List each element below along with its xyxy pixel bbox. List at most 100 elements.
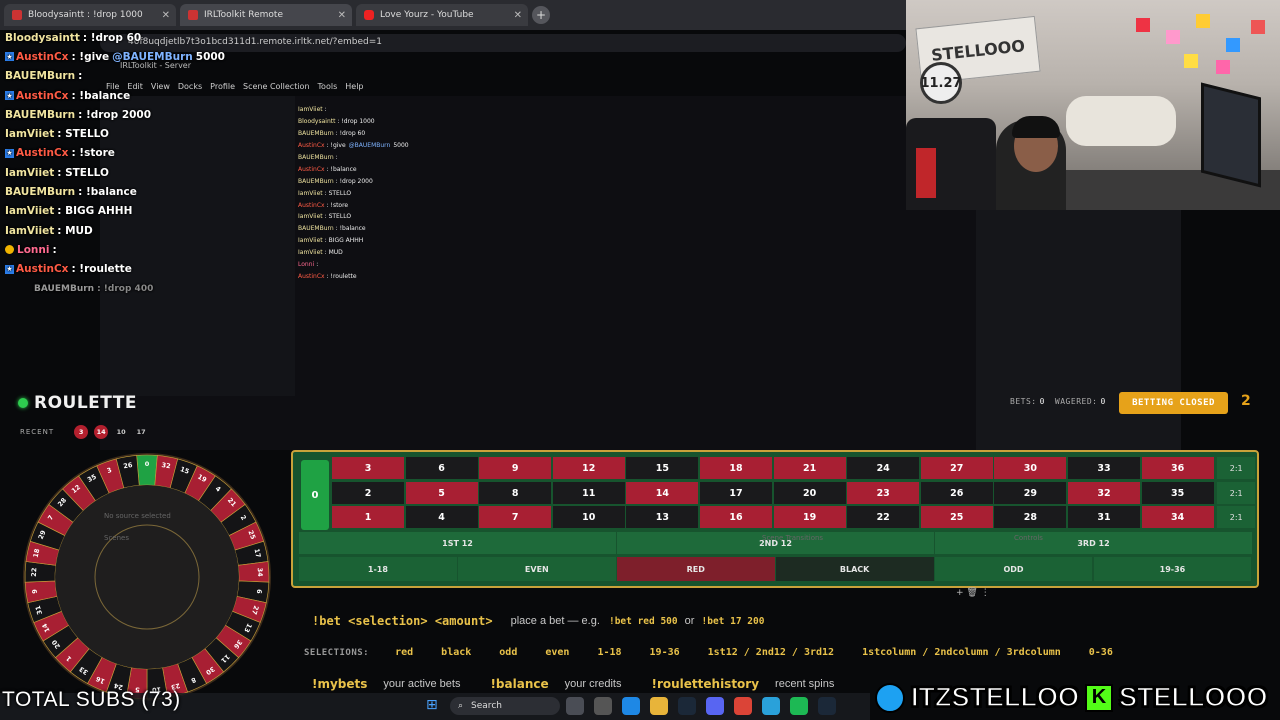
bet-cell-27[interactable]: 27: [920, 457, 993, 479]
bet-cell-8[interactable]: 8: [479, 482, 552, 504]
bet-cell-25[interactable]: 25: [920, 506, 993, 528]
column-bet-2[interactable]: 2:1: [1217, 482, 1256, 504]
bet-cell-9[interactable]: 9: [479, 457, 552, 479]
wheel-number: 32: [161, 461, 171, 470]
screen: File Edit View Docks Profile Scene Collection…: [0, 0, 1280, 720]
close-icon[interactable]: ✕: [514, 10, 522, 21]
bet-cell-17[interactable]: 17: [700, 482, 772, 504]
obs-dock-toolbar[interactable]: + 🗑 ⋮: [956, 588, 990, 598]
bet-cell-21[interactable]: 21: [773, 457, 846, 479]
menu-help[interactable]: Help: [345, 82, 363, 96]
countdown: 2: [1241, 393, 1251, 409]
bet-cell-20[interactable]: 20: [773, 482, 846, 504]
bet-cell-10[interactable]: 10: [552, 506, 625, 528]
spotify-icon[interactable]: [790, 697, 808, 715]
bet-cell-16[interactable]: 16: [700, 506, 772, 528]
bet-cell-4[interactable]: 4: [405, 506, 478, 528]
bet-cell-34[interactable]: 34: [1141, 506, 1214, 528]
recent-spin-chip: 14: [94, 425, 109, 439]
bet-cell-0[interactable]: 0: [301, 460, 329, 530]
minichat-message: : !drop 60: [335, 130, 366, 138]
bet-cell-22[interactable]: 22: [847, 506, 920, 528]
outside-bet-even[interactable]: EVEN: [457, 557, 617, 581]
bet-cell-7[interactable]: 7: [479, 506, 552, 528]
bet-cell-15[interactable]: 15: [626, 457, 699, 479]
bet-cell-26[interactable]: 26: [920, 482, 993, 504]
bet-cell-1[interactable]: 1: [332, 506, 404, 528]
command-name: !balance: [490, 677, 549, 691]
outside-bet-odd[interactable]: ODD: [934, 557, 1094, 581]
bet-cell-14[interactable]: 14: [626, 482, 699, 504]
bet-cell-2[interactable]: 2: [332, 482, 404, 504]
bet-cell-3[interactable]: 3: [332, 457, 404, 479]
chat-username: BAUEMBurn: [5, 70, 76, 83]
bet-cell-35[interactable]: 35: [1141, 482, 1214, 504]
steam-icon[interactable]: [678, 697, 696, 715]
steam-icon-2[interactable]: [818, 697, 836, 715]
bet-cell-11[interactable]: 11: [552, 482, 625, 504]
chat-line-faded: BAUEMBurn: !drop 400: [0, 279, 290, 298]
command-description: recent spins: [775, 678, 835, 690]
bet-cell-28[interactable]: 28: [994, 506, 1067, 528]
selections-label: SELECTIONS:: [304, 647, 370, 658]
widgets-icon[interactable]: [566, 697, 584, 715]
outside-bet-black[interactable]: BLACK: [775, 557, 935, 581]
bet-cell-5[interactable]: 5: [405, 482, 478, 504]
wall-poster: 11.27: [920, 62, 962, 104]
column-bet-1[interactable]: 2:1: [1217, 506, 1256, 528]
bet-cell-12[interactable]: 12: [552, 457, 625, 479]
bet-cell-24[interactable]: 24: [847, 457, 920, 479]
menu-tools[interactable]: Tools: [318, 82, 338, 96]
minichat-username: Lonni: [298, 261, 315, 269]
tab-chat[interactable]: Bloodysaintt : !drop 1000 ✕: [4, 4, 176, 26]
verified-badge-icon: ★: [5, 91, 14, 101]
dozen-bet-1[interactable]: 1ST 12: [299, 532, 617, 554]
obs-controls-ghost: Controls: [1014, 534, 1043, 542]
hoodie: [1066, 96, 1176, 146]
bet-cell-18[interactable]: 18: [700, 457, 772, 479]
chat-username: AustinCx: [16, 89, 69, 102]
bet-cell-29[interactable]: 29: [994, 482, 1067, 504]
bet-cell-23[interactable]: 23: [847, 482, 920, 504]
recent-spin-chip: 17: [136, 428, 146, 436]
command-name: !mybets: [312, 677, 368, 691]
outside-bet-1-18[interactable]: 1-18: [299, 557, 458, 581]
outside-bet-19-36[interactable]: 19-36: [1093, 557, 1253, 581]
telegram-icon[interactable]: [762, 697, 780, 715]
close-icon[interactable]: ✕: [162, 10, 170, 21]
close-icon[interactable]: ✕: [338, 10, 346, 21]
wagered-stat: WAGERED: 0: [1055, 397, 1106, 406]
column-bet-3[interactable]: 2:1: [1217, 457, 1256, 479]
obs-icon[interactable]: [594, 697, 612, 715]
tab-irltoolkit[interactable]: IRLToolkit Remote ✕: [180, 4, 352, 26]
new-tab-button[interactable]: +: [532, 6, 550, 24]
bets-value: 0: [1039, 397, 1045, 406]
taskbar-search[interactable]: ⌕ Search: [450, 697, 560, 715]
bet-cell-19[interactable]: 19: [773, 506, 846, 528]
outside-bet-red[interactable]: RED: [616, 557, 776, 581]
discord-icon[interactable]: [706, 697, 724, 715]
folder-icon[interactable]: [650, 697, 668, 715]
minichat-message: : !roulette: [326, 272, 357, 280]
bet-cell-32[interactable]: 32: [1068, 482, 1140, 504]
bet-cell-30[interactable]: 30: [994, 457, 1067, 479]
search-icon: ⌕: [458, 701, 464, 711]
tab-label: Bloodysaintt : !drop 1000: [28, 10, 143, 20]
verified-badge-icon: ★: [5, 264, 14, 274]
kick-icon: K: [1085, 683, 1113, 712]
bet-cell-36[interactable]: 36: [1141, 457, 1214, 479]
chrome-icon[interactable]: [734, 697, 752, 715]
bet-cell-13[interactable]: 13: [626, 506, 699, 528]
dozen-bet-3[interactable]: 3RD 12: [935, 532, 1253, 554]
bet-cell-6[interactable]: 6: [405, 457, 478, 479]
bet-description: place a bet — e.g. !bet red 500 or !bet …: [511, 615, 765, 627]
bet-cell-33[interactable]: 33: [1068, 457, 1140, 479]
windows-start-icon[interactable]: ⊞: [426, 697, 438, 713]
selection-option: red: [395, 647, 414, 658]
selection-option: 1-18: [597, 647, 622, 658]
chat-message: : !drop 400: [97, 283, 154, 294]
tab-youtube[interactable]: Love Yourz - YouTube ✕: [356, 4, 528, 26]
edge-icon[interactable]: [622, 697, 640, 715]
bet-cell-31[interactable]: 31: [1068, 506, 1140, 528]
chat-message: : STELLO: [57, 128, 109, 141]
